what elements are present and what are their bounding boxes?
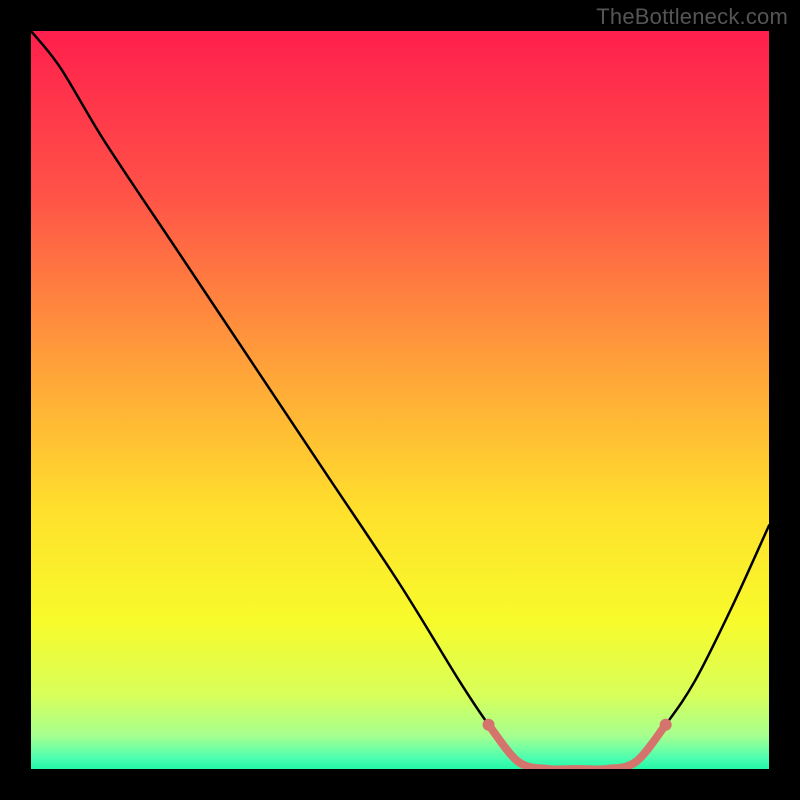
chart-container: TheBottleneck.com [0,0,800,800]
highlight-endpoint [660,719,672,731]
watermark-label: TheBottleneck.com [596,4,788,30]
highlight-endpoint [483,719,495,731]
gradient-background [31,31,769,769]
plot-area [31,31,769,769]
chart-svg [31,31,769,769]
